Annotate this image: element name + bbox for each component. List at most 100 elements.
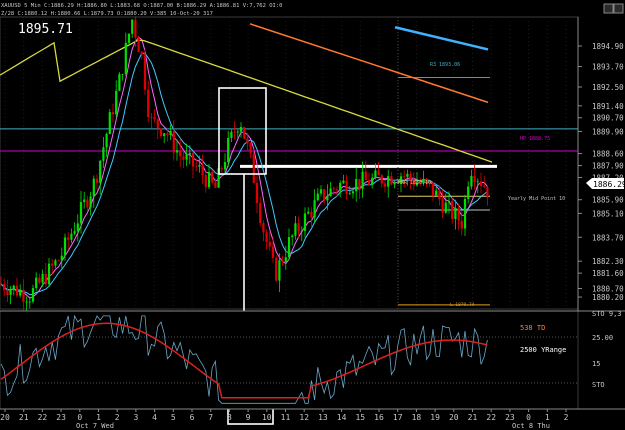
candle-body-60 xyxy=(191,152,195,167)
time-label-0: 20 xyxy=(0,413,10,422)
settings-square-icon[interactable] xyxy=(603,3,614,14)
candle-body-2 xyxy=(6,290,9,295)
price-label-3: 1891.40 xyxy=(592,102,624,111)
candle-body-39 xyxy=(124,42,127,75)
price-chart: XAUUSD 5 Min C:1886.29 H:1886.80 L:1883.… xyxy=(0,0,625,430)
candle-body-73 xyxy=(233,131,236,133)
time-label-2: 22 xyxy=(38,413,48,422)
candle-body-77 xyxy=(246,138,249,144)
candle-body-87 xyxy=(278,260,281,281)
time-label-24: 20 xyxy=(449,413,459,422)
candle-body-16 xyxy=(51,263,54,266)
day-label-oct-8: Oct 8 Thu xyxy=(512,422,550,430)
candle-body-96 xyxy=(307,211,310,214)
candle-body-31 xyxy=(99,160,102,183)
time-label-8: 4 xyxy=(152,413,157,422)
price-label-10: 1885.10 xyxy=(592,209,624,218)
candle-body-69 xyxy=(220,168,223,170)
time-label-1: 21 xyxy=(19,413,29,422)
candle-body-90 xyxy=(287,237,291,258)
candle-body-36 xyxy=(115,90,118,115)
candle-body-93 xyxy=(297,223,300,232)
time-label-21: 17 xyxy=(393,413,403,422)
candle-body-147 xyxy=(470,175,473,187)
r3-level-label: R3 1893.06 xyxy=(430,62,460,68)
candle-body-128 xyxy=(409,173,412,180)
time-label-14: 10 xyxy=(262,413,272,422)
candle-body-113 xyxy=(361,171,364,189)
candle-body-111 xyxy=(355,179,358,192)
time-label-7: 3 xyxy=(133,413,138,422)
time-label-4: 0 xyxy=(77,413,82,422)
candle-body-18 xyxy=(57,260,60,262)
time-label-18: 14 xyxy=(337,413,347,422)
candle-body-9 xyxy=(28,301,31,303)
candle-body-57 xyxy=(182,156,185,160)
candle-body-142 xyxy=(454,207,457,220)
candle-body-141 xyxy=(451,200,454,220)
candle-body-79 xyxy=(252,153,255,184)
time-label-23: 19 xyxy=(430,413,440,422)
candle-body-83 xyxy=(265,232,268,242)
candle-body-6 xyxy=(19,290,22,296)
candle-body-37 xyxy=(118,74,121,91)
candle-body-85 xyxy=(271,246,275,258)
candle-body-115 xyxy=(367,179,371,185)
candle-body-44 xyxy=(140,52,143,55)
candle-body-138 xyxy=(441,199,444,213)
candle-body-82 xyxy=(262,223,265,233)
candle-body-72 xyxy=(230,131,233,138)
candle-body-34 xyxy=(108,112,111,135)
candle-body-151 xyxy=(483,185,486,188)
close-square-icon[interactable] xyxy=(613,3,624,14)
candle-body-33 xyxy=(105,134,108,148)
time-label-5: 1 xyxy=(96,413,101,422)
candle-body-95 xyxy=(303,213,307,231)
indicator-axis-label-0: STO 9,3 xyxy=(592,310,622,318)
candle-body-55 xyxy=(175,150,179,153)
candle-body-19 xyxy=(60,255,63,261)
indicator-2500-label: 2500 YRange xyxy=(520,346,566,354)
candle-body-116 xyxy=(371,177,374,185)
candle-body-152 xyxy=(486,187,489,197)
time-label-13: 9 xyxy=(246,413,251,422)
candle-body-101 xyxy=(323,189,326,201)
candle-body-91 xyxy=(291,235,294,238)
time-label-30: 2 xyxy=(564,413,569,422)
candle-body-48 xyxy=(153,117,156,120)
candle-body-97 xyxy=(310,211,313,218)
candle-body-64 xyxy=(204,175,207,188)
candle-body-42 xyxy=(134,19,137,38)
candle-body-149 xyxy=(476,181,479,183)
current-price-value: 1886.29 xyxy=(593,180,625,189)
candle-body-123 xyxy=(393,182,396,185)
time-label-17: 13 xyxy=(318,413,328,422)
candle-body-145 xyxy=(463,198,467,229)
price-label-6: 1888.60 xyxy=(592,150,624,159)
candle-body-7 xyxy=(22,290,25,302)
price-label-4: 1890.70 xyxy=(592,114,624,123)
candle-body-66 xyxy=(211,171,214,183)
candle-body-75 xyxy=(239,126,243,132)
candle-body-53 xyxy=(169,130,172,136)
candle-body-4 xyxy=(12,285,15,290)
candle-body-13 xyxy=(41,273,44,283)
candle-body-26 xyxy=(83,199,86,203)
candle-body-81 xyxy=(259,203,262,224)
candle-body-8 xyxy=(25,301,28,303)
candle-body-146 xyxy=(467,186,470,199)
candle-body-140 xyxy=(447,200,451,203)
time-label-27: 23 xyxy=(505,413,515,422)
candle-body-103 xyxy=(329,188,332,197)
candle-body-0 xyxy=(0,283,3,285)
candle-body-11 xyxy=(35,277,38,289)
price-label-11: 1883.70 xyxy=(592,233,624,242)
candle-body-106 xyxy=(339,182,342,191)
candle-body-15 xyxy=(47,263,51,285)
candle-body-35 xyxy=(111,112,115,115)
candle-body-86 xyxy=(275,257,278,281)
candle-body-63 xyxy=(201,165,204,176)
time-label-19: 15 xyxy=(355,413,365,422)
candle-body-89 xyxy=(284,257,287,263)
candle-body-59 xyxy=(188,152,191,155)
